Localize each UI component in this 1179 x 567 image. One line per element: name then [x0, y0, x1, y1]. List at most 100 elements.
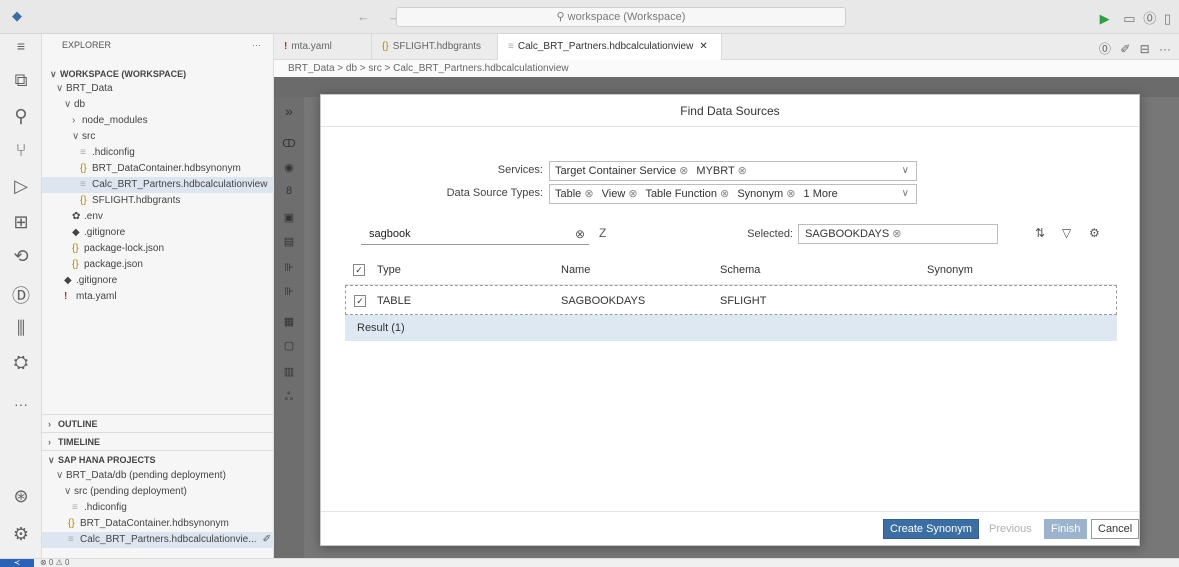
- close-icon[interactable]: ✕: [699, 41, 707, 52]
- previous-button[interactable]: Previous: [982, 519, 1039, 539]
- column-header[interactable]: Name: [561, 255, 590, 285]
- remove-token-icon[interactable]: ⊗: [892, 228, 901, 240]
- back-icon[interactable]: ←: [357, 9, 370, 24]
- more-icon[interactable]: ···: [0, 396, 42, 412]
- hana-item-hdiconfig[interactable]: ≡ .hdiconfig: [42, 500, 274, 516]
- remove-token-icon[interactable]: ⊗: [738, 165, 747, 177]
- rank-icon[interactable]: ▤: [274, 235, 304, 248]
- tree-item-synonym[interactable]: {} BRT_DataContainer.hdbsynonym: [42, 161, 274, 177]
- accounts-icon[interactable]: ⊛: [0, 486, 42, 507]
- tab-mta-yaml[interactable]: ! mta.yaml: [274, 34, 372, 60]
- workspace-folder[interactable]: ∨ WORKSPACE (WORKSPACE): [42, 66, 274, 82]
- remove-token-icon[interactable]: ⊗: [679, 165, 688, 177]
- tree-item-mta-yaml[interactable]: ! mta.yaml: [42, 289, 274, 305]
- sort-order-icon[interactable]: ⇅: [1035, 226, 1045, 240]
- remote-icon[interactable]: ⟲: [0, 246, 42, 267]
- cancel-button[interactable]: Cancel: [1091, 519, 1140, 539]
- explorer-more-icon[interactable]: ···: [252, 34, 261, 56]
- row-checkbox[interactable]: ✓: [354, 295, 366, 307]
- join-icon[interactable]: ↀ: [274, 137, 304, 150]
- hana-projects-section[interactable]: ∨ SAP HANA PROJECTS: [42, 452, 274, 468]
- layout-icon[interactable]: ▭: [1123, 11, 1135, 26]
- chevron-down-icon[interactable]: ∨: [902, 162, 909, 180]
- tree-item-env[interactable]: ✿ .env: [42, 209, 274, 225]
- chevron-down-icon[interactable]: ∨: [902, 185, 909, 203]
- command-center-search[interactable]: ⚲ workspace (Workspace): [396, 7, 846, 27]
- help-icon[interactable]: ⓪: [1143, 11, 1156, 26]
- remove-token-icon[interactable]: ⊗: [786, 188, 795, 200]
- hana-icon[interactable]: ⛭: [0, 352, 42, 373]
- tree-item-package-json[interactable]: {} package.json: [42, 257, 274, 273]
- hana-item-db[interactable]: ∨ BRT_Data/db (pending deployment): [42, 468, 274, 484]
- type-token[interactable]: Synonym ⊗: [737, 188, 795, 200]
- source-control-icon[interactable]: ⑂: [0, 140, 42, 161]
- tree-item-gitignore[interactable]: ◆ .gitignore: [42, 225, 274, 241]
- table-function-icon[interactable]: ▥: [274, 365, 304, 378]
- table-row[interactable]: ✓ TABLE SAGBOOKDAYS SFLIGHT: [345, 285, 1117, 315]
- type-token[interactable]: View ⊗: [602, 188, 638, 200]
- type-token[interactable]: Table ⊗: [555, 188, 594, 200]
- remote-indicator[interactable]: ≺: [0, 559, 34, 567]
- services-input[interactable]: Target Container Service ⊗ MYBRT ⊗ ∨: [549, 161, 917, 181]
- settings-gear-icon[interactable]: ⚙: [0, 524, 42, 545]
- more-types-token[interactable]: 1 More: [804, 188, 838, 200]
- tree-item-src[interactable]: ∨ src: [42, 129, 274, 145]
- create-synonym-button[interactable]: Create Synonym: [883, 519, 979, 539]
- selected-input[interactable]: SAGBOOKDAYS ⊗: [798, 224, 998, 244]
- minus-icon[interactable]: ▦: [274, 315, 304, 328]
- intersect-icon[interactable]: ▢: [274, 339, 304, 352]
- tree-item-package-lock[interactable]: {} package-lock.json: [42, 241, 274, 257]
- search-input[interactable]: sagbook ⊗: [361, 223, 589, 245]
- help-icon[interactable]: ⓪: [1099, 42, 1111, 56]
- run-icon[interactable]: ▶: [1100, 11, 1110, 26]
- tree-item-node-modules[interactable]: › node_modules: [42, 113, 274, 129]
- tab-calc-view[interactable]: ≡ Calc_BRT_Partners.hdbcalculationview ✕: [498, 34, 722, 60]
- settings-icon[interactable]: ⚙: [1089, 226, 1100, 240]
- account-icon[interactable]: ▯: [1164, 11, 1171, 26]
- more-icon[interactable]: ···: [1159, 42, 1171, 56]
- sort-icon[interactable]: Z: [599, 226, 606, 240]
- remove-token-icon[interactable]: ⊗: [584, 188, 593, 200]
- tree-item-grants[interactable]: {} SFLIGHT.hdbgrants: [42, 193, 274, 209]
- hana-item-src[interactable]: ∨ src (pending deployment): [42, 484, 274, 500]
- data-source-types-input[interactable]: Table ⊗ View ⊗ Table Function ⊗ Synonym …: [549, 184, 917, 204]
- tree-item-brt-data[interactable]: ∨ BRT_Data: [42, 81, 274, 97]
- finish-button[interactable]: Finish: [1044, 519, 1088, 539]
- graph-icon[interactable]: ⊪: [274, 261, 304, 274]
- run-debug-icon[interactable]: ▷: [0, 176, 42, 197]
- tree-item-db[interactable]: ∨ db: [42, 97, 274, 113]
- tree-item-calcview[interactable]: ≡ Calc_BRT_Partners.hdbcalculationview: [42, 177, 274, 193]
- column-header[interactable]: Synonym: [927, 255, 973, 285]
- deploy-icon[interactable]: ✐: [1120, 42, 1130, 56]
- service-token[interactable]: MYBRT ⊗: [696, 165, 746, 177]
- column-header[interactable]: Type: [377, 255, 401, 285]
- remove-token-icon[interactable]: ⊗: [720, 188, 729, 200]
- hana-item-synonym[interactable]: {} BRT_DataContainer.hdbsynonym: [42, 516, 274, 532]
- filter-icon[interactable]: ▽: [1062, 226, 1071, 240]
- non-equi-join-icon[interactable]: ஃ: [274, 391, 304, 405]
- breadcrumb[interactable]: BRT_Data > db > src > Calc_BRT_Partners.…: [274, 60, 1179, 77]
- expand-palette-icon[interactable]: »: [274, 103, 304, 119]
- timeline-section[interactable]: › TIMELINE: [42, 434, 274, 450]
- search-icon[interactable]: ⚲: [0, 106, 42, 127]
- extensions-icon[interactable]: ⊞: [0, 212, 42, 233]
- tree-item-root-gitignore[interactable]: ◆ .gitignore: [42, 273, 274, 289]
- select-all-checkbox[interactable]: ✓: [353, 264, 365, 276]
- clear-search-icon[interactable]: ⊗: [575, 223, 585, 245]
- problems-count[interactable]: ⊗ 0 ⚠ 0: [40, 559, 69, 567]
- projection-icon[interactable]: 8: [274, 185, 304, 197]
- split-editor-icon[interactable]: ⊟: [1140, 42, 1150, 56]
- hana-item-calcview[interactable]: ≡ Calc_BRT_Partners.hdbcalculationvie... ✐: [42, 532, 274, 548]
- hierarchy-icon[interactable]: ⊪: [274, 285, 304, 298]
- union-icon[interactable]: ◉: [274, 161, 304, 174]
- service-token[interactable]: Target Container Service ⊗: [555, 165, 688, 177]
- type-token[interactable]: Table Function ⊗: [645, 188, 729, 200]
- column-header[interactable]: Schema: [720, 255, 760, 285]
- explorer-icon[interactable]: ⧉: [0, 70, 42, 91]
- deploy-rocket-icon[interactable]: ✐: [263, 534, 271, 545]
- aggregation-icon[interactable]: ▣: [274, 211, 304, 224]
- deploy-icon[interactable]: Ⓓ: [0, 282, 42, 308]
- tree-item-hdiconfig[interactable]: ≡ .hdiconfig: [42, 145, 274, 161]
- outline-section[interactable]: › OUTLINE: [42, 416, 274, 432]
- tab-sflight-grants[interactable]: {} SFLIGHT.hdbgrants: [372, 34, 498, 60]
